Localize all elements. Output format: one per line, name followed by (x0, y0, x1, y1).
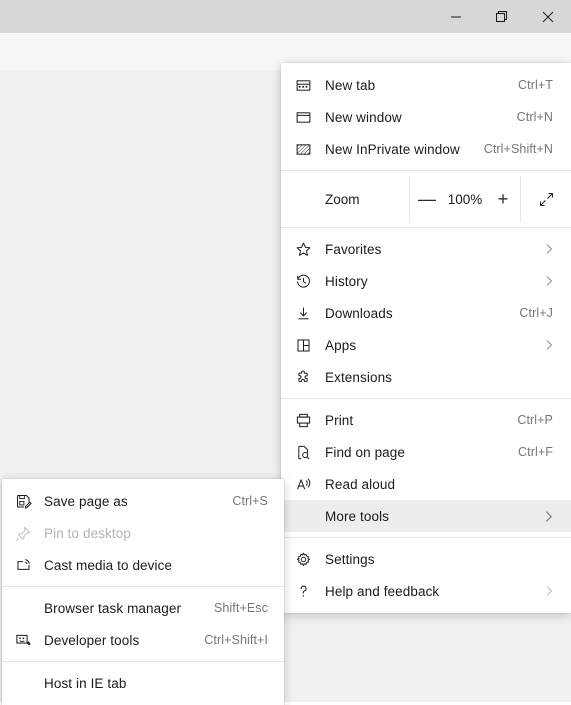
more-tools-submenu: Save page as Ctrl+S Pin to desktop Cast … (2, 479, 284, 705)
submenu-item-save-page-as[interactable]: Save page as Ctrl+S (2, 485, 284, 517)
menu-item-label: Settings (325, 551, 375, 567)
menu-item-label: New window (325, 109, 402, 125)
gear-icon (281, 551, 325, 568)
menu-item-label: Read aloud (325, 476, 396, 492)
zoom-label: Zoom (325, 191, 360, 207)
menu-item-apps[interactable]: Apps (281, 329, 571, 361)
submenu-item-accelerator: Ctrl+S (232, 494, 268, 508)
menu-item-label: Print (325, 412, 354, 428)
submenu-item-accelerator: Ctrl+Shift+I (204, 633, 268, 647)
menu-item-label: History (325, 273, 368, 289)
submenu-item-label: Host in IE tab (44, 675, 127, 691)
chevron-right-icon (543, 585, 571, 597)
chevron-right-icon (543, 243, 571, 255)
menu-item-help-and-feedback[interactable]: Help and feedback (281, 575, 571, 607)
menu-item-more-tools[interactable]: More tools (281, 500, 571, 532)
menu-item-extensions[interactable]: Extensions (281, 361, 571, 393)
menu-item-accelerator: Ctrl+Shift+N (483, 142, 553, 156)
submenu-item-label: Developer tools (44, 632, 140, 648)
devtools-icon (2, 632, 44, 649)
minimize-button[interactable] (433, 0, 479, 33)
submenu-item-label: Cast media to device (44, 557, 173, 573)
menu-item-settings[interactable]: Settings (281, 543, 571, 575)
submenu-item-developer-tools[interactable]: Developer tools Ctrl+Shift+I (2, 624, 284, 656)
submenu-item-accelerator: Shift+Esc (213, 601, 268, 615)
menu-item-label: Help and feedback (325, 583, 440, 599)
new-window-icon (281, 109, 325, 126)
submenu-item-browser-task-manager[interactable]: Browser task manager Shift+Esc (2, 592, 284, 624)
cast-icon (2, 557, 44, 574)
menu-separator (281, 398, 571, 399)
menu-item-favorites[interactable]: Favorites (281, 233, 571, 265)
extensions-icon (281, 369, 325, 386)
menu-item-print[interactable]: Print Ctrl+P (281, 404, 571, 436)
menu-item-label: Downloads (325, 305, 393, 321)
menu-item-find-on-page[interactable]: Find on page Ctrl+F (281, 436, 571, 468)
submenu-item-pin-to-desktop[interactable]: Pin to desktop (2, 517, 284, 549)
zoom-level-value: 100% (447, 191, 483, 207)
zoom-in-button[interactable]: + (486, 182, 520, 216)
submenu-item-label: Browser task manager (44, 600, 182, 616)
menu-item-label: Apps (325, 337, 357, 353)
find-on-page-icon (281, 444, 325, 461)
menu-item-label: New tab (325, 77, 376, 93)
save-page-icon (2, 493, 44, 510)
zoom-out-button[interactable]: — (410, 182, 444, 216)
menu-separator (281, 227, 571, 228)
help-icon (281, 583, 325, 600)
star-icon (281, 241, 325, 258)
print-icon (281, 412, 325, 429)
menu-item-new-tab[interactable]: New tab Ctrl+T (281, 69, 571, 101)
menu-item-downloads[interactable]: Downloads Ctrl+J (281, 297, 571, 329)
chevron-right-icon (543, 275, 571, 287)
menu-item-label: Favorites (325, 241, 382, 257)
fullscreen-icon[interactable] (521, 191, 571, 208)
submenu-item-label: Save page as (44, 493, 128, 509)
menu-item-zoom: Zoom — 100% + (281, 176, 571, 222)
new-tab-icon (281, 77, 325, 94)
menu-item-label: More tools (325, 508, 390, 524)
menu-item-new-window[interactable]: New window Ctrl+N (281, 101, 571, 133)
pin-icon (2, 525, 44, 542)
menu-item-accelerator: Ctrl+P (517, 413, 553, 427)
menu-item-label: Find on page (325, 444, 406, 460)
chevron-right-icon (543, 339, 571, 351)
submenu-item-cast-media-to-device[interactable]: Cast media to device (2, 549, 284, 581)
menu-item-read-aloud[interactable]: Read aloud (281, 468, 571, 500)
window-controls (433, 0, 571, 33)
browser-main-menu: New tab Ctrl+T New window Ctrl+N New InP… (281, 63, 571, 613)
menu-item-label: New InPrivate window (325, 141, 460, 157)
menu-separator (281, 537, 571, 538)
read-aloud-icon (281, 476, 325, 493)
submenu-separator (2, 661, 284, 662)
history-icon (281, 273, 325, 290)
menu-item-history[interactable]: History (281, 265, 571, 297)
chevron-right-icon (542, 510, 571, 523)
menu-item-label: Extensions (325, 369, 393, 385)
apps-icon (281, 337, 325, 354)
submenu-separator (2, 586, 284, 587)
zoom-controls: — 100% + (409, 176, 521, 222)
menu-item-new-inprivate-window[interactable]: New InPrivate window Ctrl+Shift+N (281, 133, 571, 165)
menu-item-accelerator: Ctrl+T (518, 78, 553, 92)
submenu-item-host-in-ie-tab[interactable]: Host in IE tab (2, 667, 284, 699)
menu-item-accelerator: Ctrl+F (518, 445, 553, 459)
menu-item-accelerator: Ctrl+N (516, 110, 553, 124)
menu-item-accelerator: Ctrl+J (519, 306, 553, 320)
submenu-item-label: Pin to desktop (44, 525, 131, 541)
close-button[interactable] (525, 0, 571, 33)
inprivate-window-icon (281, 141, 325, 158)
maximize-button[interactable] (479, 0, 525, 33)
download-icon (281, 305, 325, 322)
menu-separator (281, 170, 571, 171)
window-titlebar (0, 0, 571, 33)
